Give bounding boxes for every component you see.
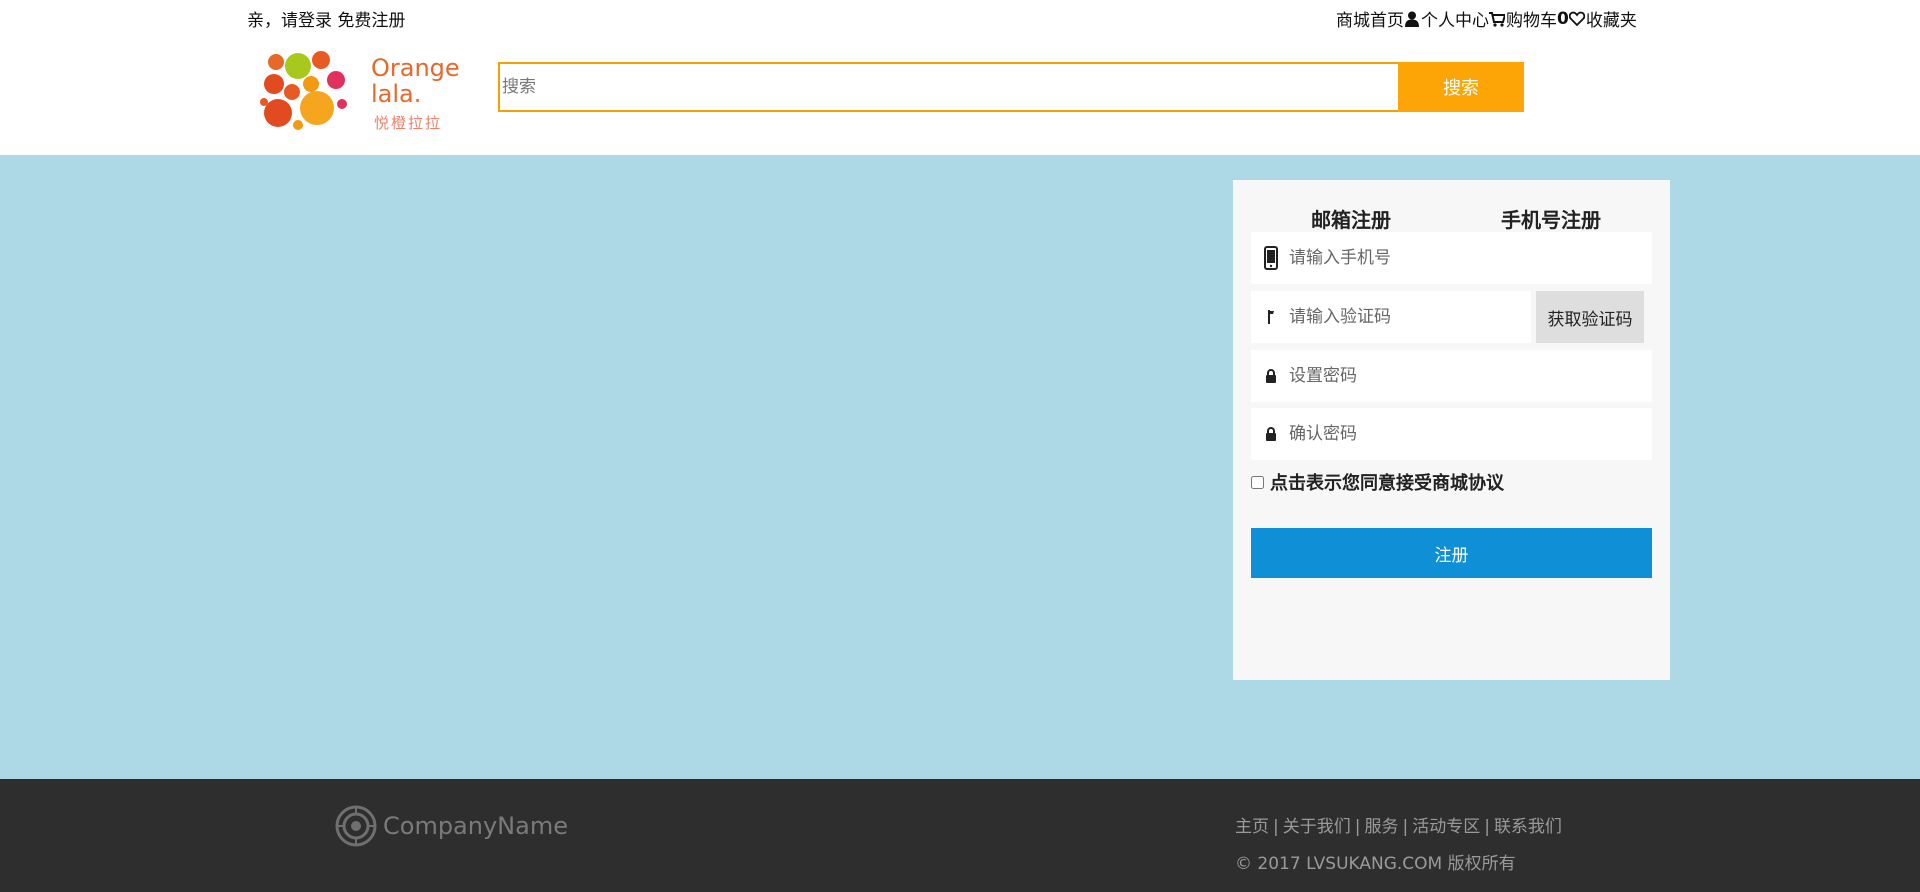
footer-separator: | xyxy=(1354,817,1361,837)
search-input[interactable] xyxy=(498,62,1398,112)
company-logo: CompanyName xyxy=(335,805,568,847)
home-link[interactable]: 商城首页 xyxy=(1336,6,1404,31)
register-panel: 邮箱注册 手机号注册 获取验证码 xyxy=(1233,180,1670,680)
site-logo[interactable]: " Orange lala. 悦橙拉拉 xyxy=(256,42,478,142)
footer-link-events[interactable]: 活动专区 xyxy=(1412,817,1480,837)
key-icon xyxy=(1261,291,1281,343)
footer-links: 主页 | 关于我们 | 服务 | 活动专区 | 联系我们 xyxy=(1235,812,1562,837)
user-icon xyxy=(1404,10,1420,28)
heart-icon xyxy=(1568,10,1585,28)
code-field xyxy=(1251,291,1531,343)
search-button[interactable]: 搜索 xyxy=(1398,62,1524,112)
footer-separator: | xyxy=(1484,817,1490,837)
register-submit-button[interactable]: 注册 xyxy=(1251,528,1652,578)
login-link[interactable]: 亲，请登录 xyxy=(247,11,332,31)
lock-icon xyxy=(1261,350,1281,402)
tab-email-register[interactable]: 邮箱注册 xyxy=(1311,204,1391,233)
company-logo-icon xyxy=(335,805,377,847)
favorites-link[interactable]: 收藏夹 xyxy=(1586,6,1637,31)
phone-input[interactable] xyxy=(1287,232,1642,284)
footer-link-services[interactable]: 服务 xyxy=(1364,817,1398,837)
top-bar: 亲，请登录 免费注册 商城首页 个人中心 购物车 0 收藏夹 xyxy=(0,0,1920,34)
company-name: CompanyName xyxy=(383,812,568,840)
footer-separator: | xyxy=(1273,817,1279,837)
logo-line2: lala. xyxy=(371,80,421,108)
password-input[interactable] xyxy=(1287,350,1642,402)
footer-link-contact[interactable]: 联系我们 xyxy=(1494,817,1562,837)
lock-icon xyxy=(1261,408,1281,460)
footer-link-about[interactable]: 关于我们 xyxy=(1283,817,1351,837)
confirm-password-input[interactable] xyxy=(1287,408,1642,460)
main-area: 邮箱注册 手机号注册 获取验证码 xyxy=(0,155,1920,779)
code-input[interactable] xyxy=(1287,291,1521,343)
login-register-links: 亲，请登录 免费注册 xyxy=(247,6,405,31)
top-nav: 商城首页 个人中心 购物车 0 收藏夹 xyxy=(1336,6,1637,32)
register-tabs: 邮箱注册 手机号注册 xyxy=(1233,204,1670,234)
logo-chinese: 悦橙拉拉 xyxy=(374,114,442,132)
cart-icon xyxy=(1489,10,1505,28)
phone-field xyxy=(1251,232,1652,284)
cart-link[interactable]: 购物车 xyxy=(1506,6,1557,31)
user-center-link[interactable]: 个人中心 xyxy=(1421,6,1489,31)
logo-line1: Orange xyxy=(371,54,460,82)
agreement-row[interactable]: 点击表示您同意接受商城协议 xyxy=(1251,470,1504,494)
cart-count: 0 xyxy=(1557,8,1569,29)
phone-icon xyxy=(1261,232,1281,284)
register-link[interactable]: 免费注册 xyxy=(337,11,405,31)
agreement-label: 点击表示您同意接受商城协议 xyxy=(1270,473,1504,494)
password-field xyxy=(1251,350,1652,402)
footer-separator: | xyxy=(1402,817,1409,837)
tab-phone-register[interactable]: 手机号注册 xyxy=(1501,204,1601,233)
footer: CompanyName 主页 | 关于我们 | 服务 | 活动专区 | 联系我们 © 2017 … xyxy=(0,779,1920,892)
confirm-password-field xyxy=(1251,408,1652,460)
footer-link-home[interactable]: 主页 xyxy=(1235,817,1269,837)
copyright: © 2017 LVSUKANG.COM 版权所有 xyxy=(1235,854,1516,874)
get-code-button[interactable]: 获取验证码 xyxy=(1536,291,1644,343)
agreement-checkbox[interactable] xyxy=(1251,475,1264,489)
